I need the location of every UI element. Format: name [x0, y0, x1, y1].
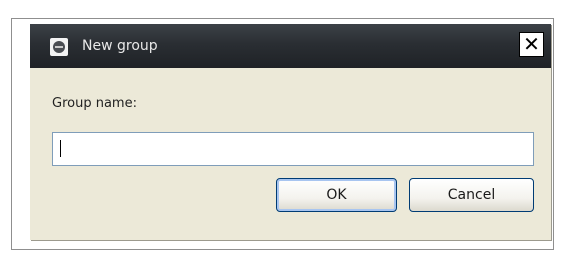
close-button[interactable]: ✕ [519, 32, 544, 57]
group-name-label: Group name: [52, 96, 137, 111]
title-bar[interactable]: New group ✕ [30, 24, 551, 68]
app-icon [50, 38, 68, 56]
close-icon: ✕ [523, 32, 540, 56]
group-name-input[interactable] [52, 132, 534, 166]
ok-button[interactable]: OK [276, 178, 397, 212]
cancel-button[interactable]: Cancel [409, 178, 534, 212]
new-group-dialog: New group ✕ Group name: OK Cancel [30, 24, 551, 240]
dialog-title: New group [82, 38, 158, 54]
text-caret [60, 140, 61, 157]
